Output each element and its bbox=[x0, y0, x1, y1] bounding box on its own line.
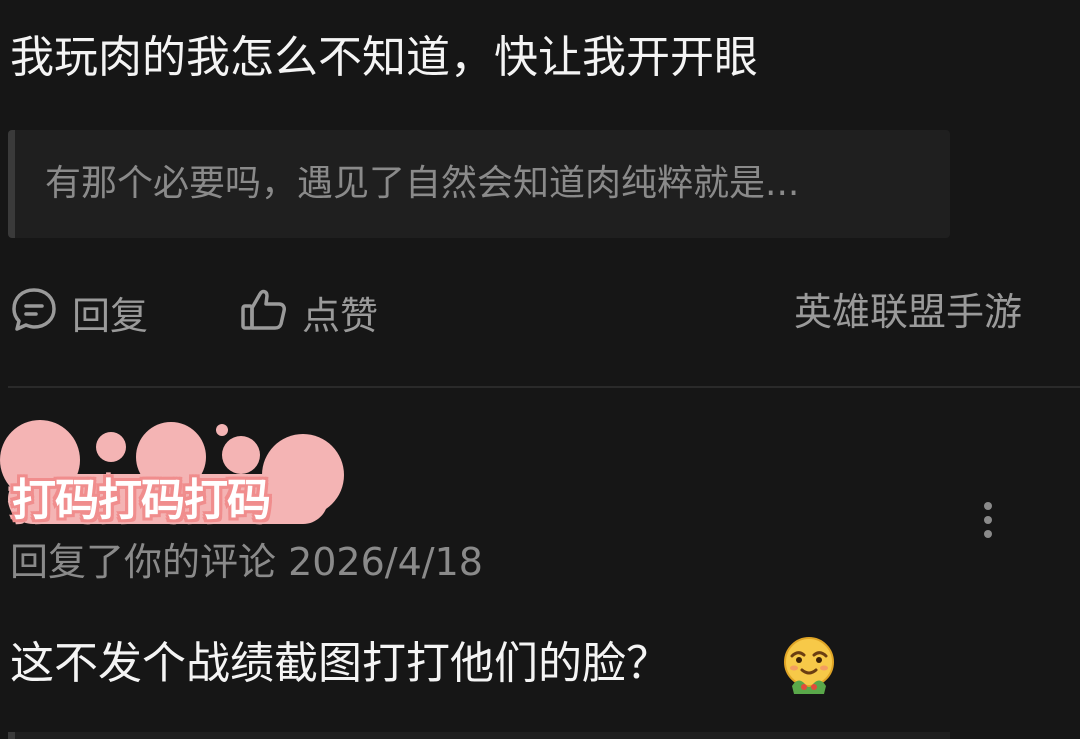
masked-username: 打码打码打码 bbox=[12, 475, 271, 526]
comment-actions: 回复 点赞 英雄联盟手游 bbox=[0, 280, 1080, 344]
reply-label: 回复 bbox=[72, 293, 149, 338]
quoted-comment[interactable]: 有那个必要吗，遇见了自然会知道肉纯粹就是... bbox=[8, 130, 950, 238]
next-quote-edge bbox=[8, 732, 950, 739]
more-dots-icon bbox=[984, 502, 992, 538]
reply-meta: 回复了你的评论 2026/4/18 bbox=[10, 540, 483, 584]
reply-button[interactable]: 回复 bbox=[8, 280, 148, 344]
notification-page: 我玩肉的我怎么不知道，快让我开开眼 有那个必要吗，遇见了自然会知道肉纯粹就是..… bbox=[0, 0, 1080, 739]
like-label: 点赞 bbox=[302, 293, 379, 338]
game-tag[interactable]: 英雄联盟手游 bbox=[794, 280, 1022, 344]
like-button[interactable]: 点赞 bbox=[238, 280, 378, 344]
reply-text: 这不发个战绩截图打打他们的脸？ bbox=[10, 638, 670, 689]
comment-bubble-icon bbox=[8, 284, 60, 340]
comment-text: 我玩肉的我怎么不知道，快让我开开眼 bbox=[10, 32, 758, 83]
divider bbox=[8, 386, 1080, 388]
smirk-emoji-icon bbox=[778, 634, 840, 696]
more-options-button[interactable] bbox=[972, 496, 1004, 544]
quoted-comment-text: 有那个必要吗，遇见了自然会知道肉纯粹就是... bbox=[45, 163, 800, 204]
thumbs-up-icon bbox=[238, 284, 290, 340]
